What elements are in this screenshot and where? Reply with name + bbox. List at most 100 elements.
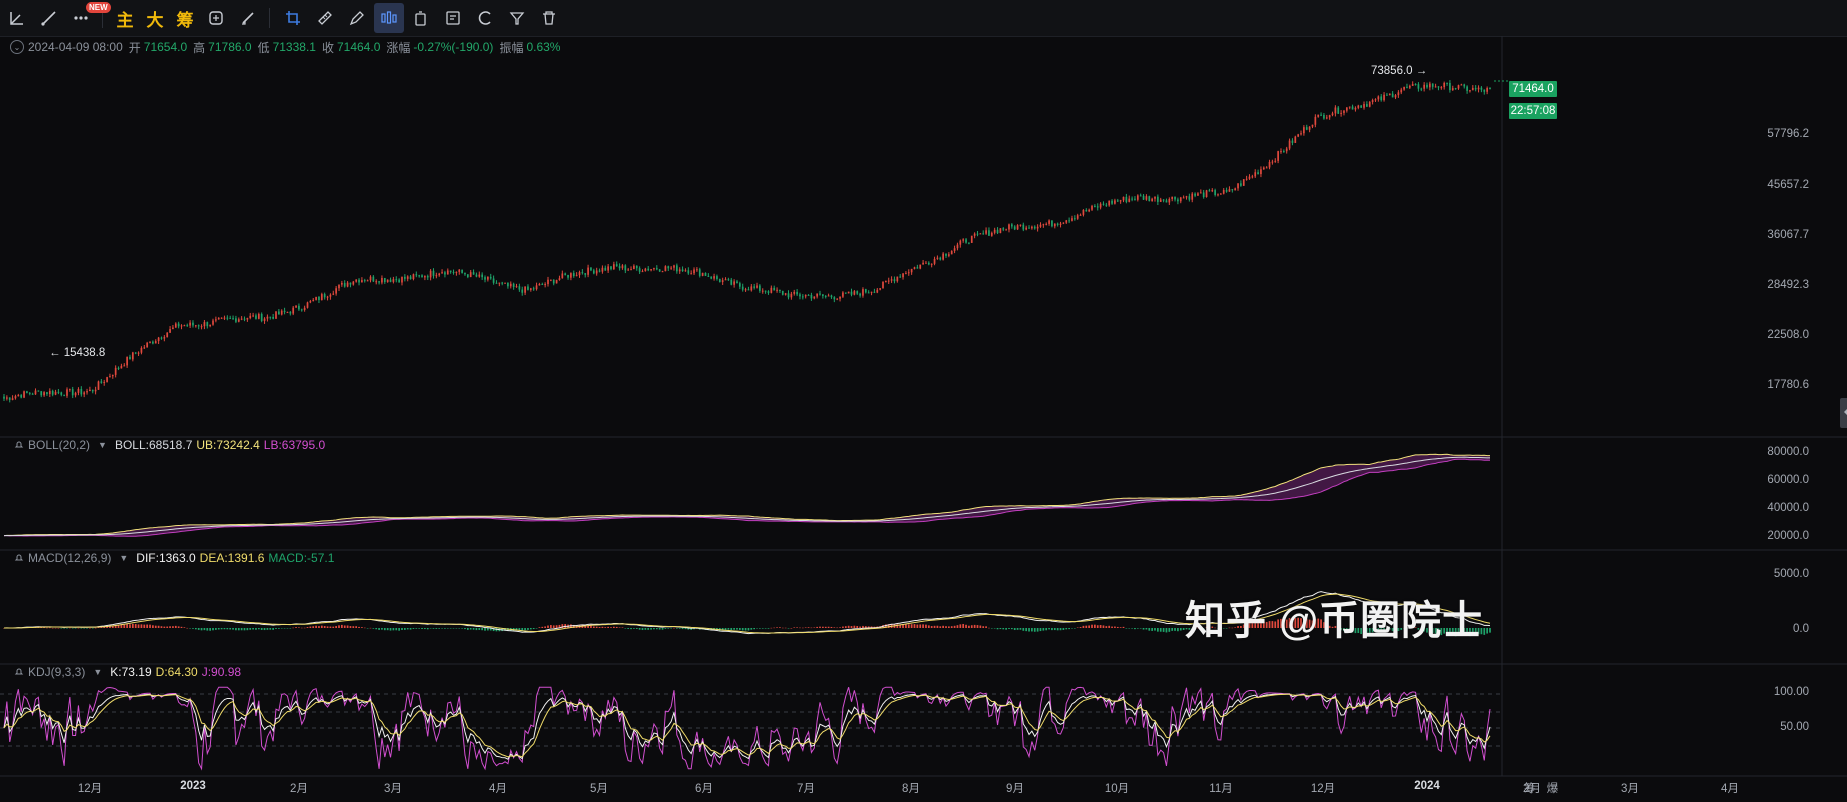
candle-body: [529, 288, 532, 290]
candle-body: [409, 276, 412, 280]
macd-histogram-bar: [753, 628, 756, 630]
macd-histogram-bar: [481, 628, 484, 631]
candle-body: [555, 279, 558, 284]
macd-histogram-bar: [627, 628, 630, 629]
macd-histogram-bar: [678, 628, 681, 629]
macd-histogram-bar: [621, 627, 624, 628]
candle-body: [455, 271, 458, 273]
candle-body: [856, 291, 859, 294]
candle-body: [1466, 86, 1468, 91]
candle-body: [1059, 223, 1062, 225]
alert-bell-icon[interactable]: [14, 667, 24, 677]
macd-histogram-bar: [675, 628, 678, 629]
candle-body: [63, 394, 65, 396]
candle-body: [696, 269, 698, 271]
candle-body: [879, 288, 881, 290]
candle-body: [226, 317, 229, 319]
candle-body: [572, 273, 575, 277]
macd-dropdown-icon[interactable]: ▼: [119, 553, 128, 563]
candle-body: [759, 285, 761, 291]
candle-body: [744, 289, 747, 291]
macd-histogram-bar: [804, 627, 807, 628]
macd-histogram-bar: [332, 626, 335, 628]
macd-histogram-bar: [444, 628, 446, 629]
macd-histogram-bar: [982, 626, 985, 628]
alert-bell-icon[interactable]: [14, 553, 24, 563]
macd-histogram-bar: [822, 626, 824, 628]
candle-body: [779, 289, 781, 292]
candle-body: [446, 270, 449, 275]
candle-body: [332, 293, 335, 295]
candle-body: [1082, 209, 1085, 215]
candle-body: [1194, 193, 1196, 196]
macd-histogram-bar: [1076, 627, 1079, 628]
candle-body: [189, 322, 191, 326]
candle-body: [521, 289, 524, 293]
candle-body: [1220, 193, 1222, 195]
candle-body: [114, 367, 117, 375]
macd-histogram-bar: [976, 625, 979, 628]
macd-histogram-bar: [1051, 628, 1053, 631]
boll-axis-tick: 20000.0: [1767, 530, 1809, 542]
candle-body: [1036, 226, 1039, 229]
time-axis-label: 12月: [1310, 783, 1336, 795]
candle-body: [498, 282, 501, 284]
macd-histogram-bar: [280, 628, 283, 629]
candle-body: [1443, 82, 1446, 88]
alert-bell-icon[interactable]: [14, 440, 24, 450]
candle-body: [839, 296, 841, 299]
macd-histogram-bar: [383, 628, 386, 631]
boll-dropdown-icon[interactable]: ▼: [98, 440, 107, 450]
kdj-legend: KDJ(9,3,3) ▼ K:73.19 D:64.30 J:90.98: [14, 664, 245, 680]
candle-body: [123, 365, 126, 367]
candle-body: [172, 327, 174, 330]
side-panel-handle[interactable]: [1840, 398, 1847, 428]
chips-axis-button[interactable]: 筹: [1524, 783, 1536, 795]
candle-body: [461, 269, 463, 273]
macd-histogram-bar: [352, 626, 355, 628]
macd-histogram-bar: [1134, 628, 1136, 630]
candle-body: [816, 293, 819, 297]
macd-dea-value: DEA:1391.6: [199, 551, 265, 565]
liquidation-axis-button[interactable]: 爆: [1547, 783, 1559, 795]
candle-body: [197, 325, 200, 327]
candle-body: [91, 389, 94, 392]
candle-body: [584, 273, 587, 275]
candle-body: [753, 286, 756, 288]
macd-histogram-bar: [166, 626, 169, 628]
macd-histogram-bar: [985, 626, 987, 628]
macd-histogram-bar: [409, 628, 412, 630]
macd-histogram-bar: [1082, 625, 1085, 628]
macd-histogram-bar: [309, 626, 312, 628]
candle-body: [538, 283, 541, 286]
macd-histogram-bar: [252, 628, 254, 630]
candle-body: [1308, 126, 1311, 130]
candle-body: [1222, 190, 1225, 194]
candle-body: [641, 271, 644, 273]
kdj-dropdown-icon[interactable]: ▼: [93, 667, 102, 677]
macd-histogram-bar: [598, 627, 601, 628]
candle-body: [361, 280, 363, 283]
macd-histogram-bar: [186, 627, 189, 629]
candle-body: [1128, 198, 1131, 202]
macd-histogram-bar: [183, 627, 186, 628]
macd-histogram-bar: [300, 627, 303, 629]
candle-body: [146, 342, 149, 348]
macd-histogram-bar: [449, 628, 452, 629]
macd-histogram-bar: [395, 628, 398, 631]
macd-histogram-bar: [655, 628, 658, 630]
candle-body: [1136, 195, 1139, 200]
candle-body: [109, 376, 111, 378]
macd-histogram-bar: [426, 628, 429, 630]
candle-body: [1116, 200, 1119, 202]
candle-body: [303, 307, 306, 311]
last-price-tag: 71464.0: [1509, 81, 1557, 97]
macd-histogram-bar: [930, 626, 933, 628]
candle-body: [66, 389, 68, 396]
chart-canvas[interactable]: 73856.0 → ← 15438.8: [0, 0, 1847, 802]
macd-histogram-bar: [1139, 628, 1142, 629]
macd-histogram-bar: [552, 625, 555, 628]
macd-histogram-bar: [131, 623, 134, 628]
candle-body: [747, 289, 750, 291]
candle-body: [1437, 86, 1440, 88]
